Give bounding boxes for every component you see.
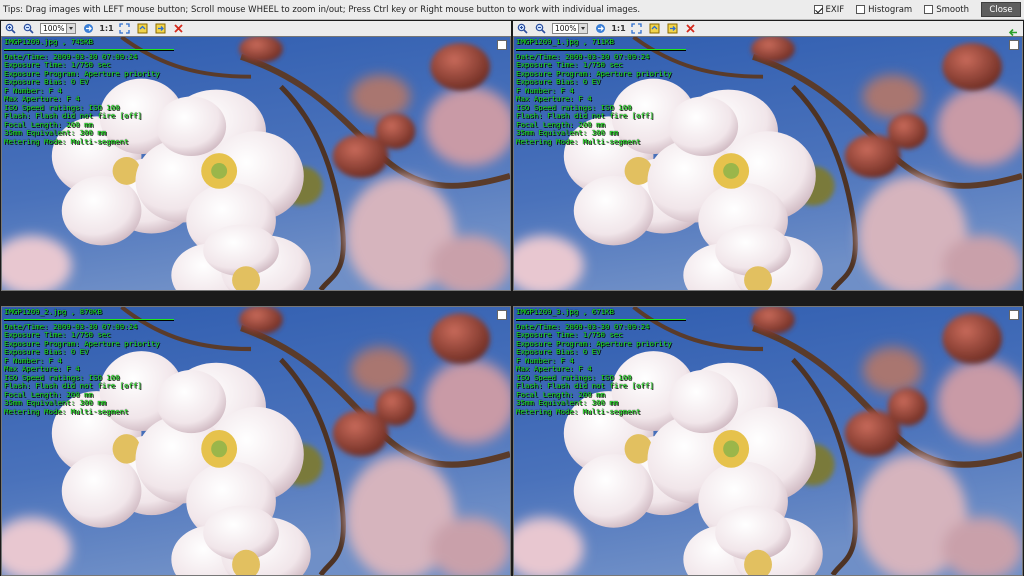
histogram-option-label: Histogram	[868, 4, 913, 15]
exif-overlay: IMGP1209_3.jpg , 671KB Date/Time: 2009-0…	[516, 307, 686, 416]
top-bar: Tips: Drag images with LEFT mouse button…	[0, 0, 1024, 20]
delete-icon[interactable]	[684, 22, 697, 35]
chevron-down-icon[interactable]	[578, 24, 587, 33]
delete-icon[interactable]	[172, 22, 185, 35]
image-viewer[interactable]: IMGP1209_2.jpg , 870KB Date/Time: 2009-0…	[1, 306, 511, 576]
exif-overlay: IMGP1209_1.jpg , 711KB Date/Time: 2009-0…	[516, 37, 686, 146]
exif-overlay: IMGP1209_2.jpg , 870KB Date/Time: 2009-0…	[4, 307, 174, 416]
exif-line: Metering Mode: Multi-segment	[4, 406, 129, 416]
image-viewer[interactable]: IMGP1209_3.jpg , 671KB Date/Time: 2009-0…	[513, 306, 1023, 576]
file-header: IMGP1209.jpg , 745KB	[4, 37, 93, 46]
exif-divider	[516, 318, 686, 320]
zoom-out-icon[interactable]	[534, 22, 547, 35]
file-header: IMGP1209_3.jpg , 671KB	[516, 307, 614, 316]
file-header: IMGP1209_2.jpg , 870KB	[4, 307, 102, 316]
zoom-level-value: 100%	[555, 24, 577, 33]
zoom-in-icon[interactable]	[516, 22, 529, 35]
image-compare-window: Tips: Drag images with LEFT mouse button…	[0, 0, 1024, 576]
exif-divider	[4, 48, 174, 50]
select-checkbox[interactable]	[1009, 310, 1019, 320]
image-viewer[interactable]: IMGP1209.jpg , 745KB Date/Time: 2009-03-…	[1, 36, 511, 291]
previous-icon[interactable]	[648, 22, 661, 35]
image-panel-3: IMGP1209_2.jpg , 870KB Date/Time: 2009-0…	[1, 294, 511, 576]
fit-screen-icon[interactable]	[118, 22, 131, 35]
fit-screen-icon[interactable]	[630, 22, 643, 35]
exif-line: Metering Mode: Multi-segment	[516, 406, 641, 416]
exif-line: Metering Mode: Multi-segment	[4, 136, 129, 146]
zoom-level-select[interactable]: 100%	[40, 23, 76, 34]
back-arrow-icon[interactable]	[1008, 23, 1019, 42]
select-checkbox[interactable]	[497, 310, 507, 320]
chevron-down-icon[interactable]	[66, 24, 75, 33]
exif-divider	[4, 318, 174, 320]
next-icon[interactable]	[154, 22, 167, 35]
histogram-checkbox[interactable]	[856, 5, 866, 14]
smooth-option-label: Smooth	[936, 4, 969, 15]
zoom-in-icon[interactable]	[4, 22, 17, 35]
navigate-icon[interactable]	[82, 22, 95, 35]
actual-size-button[interactable]: 1:1	[611, 22, 625, 35]
actual-size-button[interactable]: 1:1	[99, 22, 113, 35]
exif-option-label: EXIF	[825, 4, 845, 15]
smooth-option[interactable]: Smooth	[924, 5, 969, 15]
panel-toolbar: 100% 1:1	[1, 21, 511, 36]
exif-divider	[516, 48, 686, 50]
exif-line: Metering Mode: Multi-segment	[516, 136, 641, 146]
image-panel-4: IMGP1209_3.jpg , 671KB Date/Time: 2009-0…	[513, 294, 1023, 576]
navigate-icon[interactable]	[594, 22, 607, 35]
select-checkbox[interactable]	[497, 40, 507, 50]
close-button[interactable]: Close	[981, 2, 1021, 17]
exif-checkbox[interactable]	[813, 5, 823, 14]
next-icon[interactable]	[666, 22, 679, 35]
image-panel-1: 100% 1:1 IMGP1209.jpg , 745KB Date/Time:…	[1, 21, 511, 291]
zoom-level-select[interactable]: 100%	[552, 23, 588, 34]
image-panel-2: 100% 1:1 IMGP1209_1.jpg , 711KB Date/Tim…	[513, 21, 1023, 291]
exif-option[interactable]: EXIF	[813, 4, 845, 15]
smooth-checkbox[interactable]	[924, 5, 934, 14]
histogram-option[interactable]: Histogram	[856, 5, 912, 15]
file-header: IMGP1209_1.jpg , 711KB	[516, 37, 614, 46]
image-viewer[interactable]: IMGP1209_1.jpg , 711KB Date/Time: 2009-0…	[513, 36, 1023, 291]
previous-icon[interactable]	[136, 22, 149, 35]
tips-text: Tips: Drag images with LEFT mouse button…	[3, 4, 641, 15]
exif-overlay: IMGP1209.jpg , 745KB Date/Time: 2009-03-…	[4, 37, 174, 146]
zoom-out-icon[interactable]	[22, 22, 35, 35]
panel-toolbar: 100% 1:1	[513, 21, 1023, 36]
zoom-level-value: 100%	[43, 24, 65, 33]
